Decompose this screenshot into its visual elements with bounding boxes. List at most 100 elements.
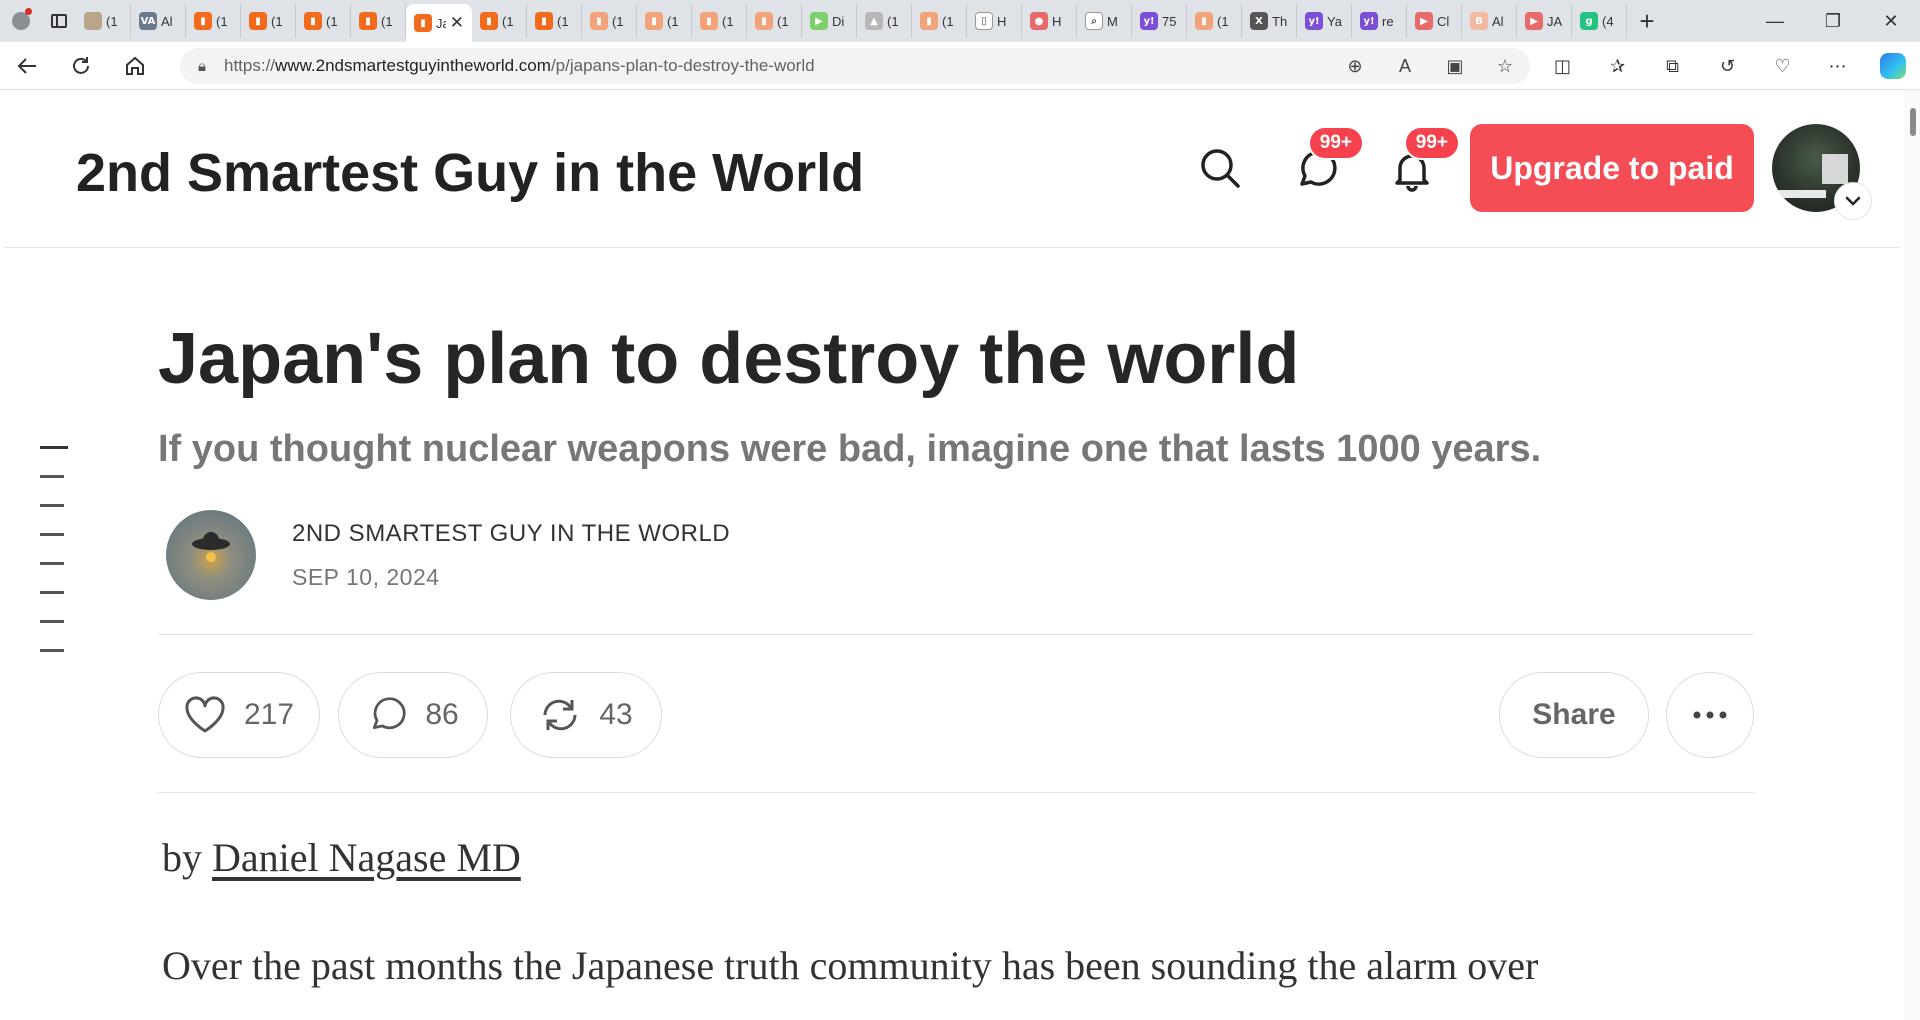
browser-essentials-icon[interactable]: ♡	[1755, 42, 1810, 90]
author-avatar[interactable]	[166, 510, 256, 600]
restack-icon	[543, 699, 577, 731]
account-menu-button[interactable]	[1834, 182, 1872, 220]
more-menu-icon[interactable]: ⋯	[1810, 42, 1865, 90]
tab-favicon-icon: ▮	[590, 12, 608, 30]
tab-title: Al	[1492, 13, 1504, 29]
like-button[interactable]: 217	[158, 672, 320, 758]
upgrade-to-paid-button[interactable]: Upgrade to paid	[1470, 124, 1754, 212]
tab-favicon-icon: ▮	[194, 12, 212, 30]
more-options-button[interactable]	[1666, 672, 1754, 758]
browser-tab[interactable]: ▲ (1	[857, 4, 912, 38]
history-icon[interactable]: ↺	[1700, 42, 1755, 90]
split-screen-icon[interactable]: ◫	[1535, 42, 1590, 90]
tab-title: H	[1052, 13, 1062, 29]
browser-tab[interactable]: ● H	[1022, 4, 1077, 38]
browser-tab[interactable]: ⌕ M	[1077, 4, 1132, 38]
author-name[interactable]: 2ND SMARTEST GUY IN THE WORLD	[292, 520, 730, 548]
browser-tab[interactable]: ▮ (1	[912, 4, 967, 38]
tab-favicon-icon: ▶	[1525, 12, 1543, 30]
minimize-button[interactable]: —	[1746, 0, 1804, 42]
tab-favicon-icon: y!	[1140, 12, 1158, 30]
browser-tab[interactable]: B Al	[1462, 4, 1517, 38]
read-aloud-icon[interactable]: A	[1380, 48, 1430, 84]
restore-button[interactable]: ❐	[1804, 0, 1862, 42]
close-tab-icon[interactable]: ✕	[450, 13, 472, 33]
url-text[interactable]: https://www.2ndsmartestguyintheworld.com…	[224, 56, 1330, 76]
refresh-icon	[73, 56, 89, 74]
zoom-icon[interactable]: ⊕	[1330, 48, 1380, 84]
tab-title: (1	[381, 13, 393, 29]
scrollbar-thumb[interactable]	[1910, 108, 1916, 136]
browser-tab[interactable]: ▮ (1	[351, 4, 406, 38]
toc-item[interactable]	[40, 620, 64, 623]
tab-favicon-icon: ▮	[304, 12, 322, 30]
share-button[interactable]: Share	[1499, 672, 1649, 758]
tab-title: (1	[942, 13, 954, 29]
browser-tab[interactable]: ▮ (1	[1187, 4, 1242, 38]
browser-tab[interactable]: ▮ (1	[186, 4, 241, 38]
tab-title: (1	[106, 13, 118, 29]
toc-item[interactable]	[40, 533, 64, 536]
byline-author-link[interactable]: Daniel Nagase MD	[212, 835, 521, 880]
comments-button[interactable]: 86	[338, 672, 488, 758]
browser-tab[interactable]: ▮ (1	[692, 4, 747, 38]
tab-title: Al	[161, 13, 173, 29]
browser-tab[interactable]: ▮ (1	[472, 4, 527, 38]
new-tab-button[interactable]: +	[1627, 0, 1667, 42]
tab-favicon-icon: ▲	[865, 12, 883, 30]
collections-icon[interactable]: ⧉	[1645, 42, 1700, 90]
browser-tab[interactable]: ▯ H	[967, 4, 1022, 38]
browser-tab[interactable]: ▮ (1	[747, 4, 802, 38]
copilot-button[interactable]	[1865, 42, 1920, 90]
search-button[interactable]	[1196, 144, 1244, 192]
tab-list-after: ▮ (1 ▮ (1 ▮ (1 ▮ (1 ▮ (1 ▮ (1 ▶ Di ▲ (1 ▮ (1 ▯ H ● H ⌕ My! 75 ▮ (1…	[472, 0, 1627, 42]
toc-item[interactable]	[40, 649, 64, 652]
browser-tab[interactable]: VA Al	[131, 4, 186, 38]
browser-tab[interactable]: g (4	[1572, 4, 1627, 38]
browser-tab[interactable]: (1	[76, 4, 131, 38]
tab-favicon-icon: ▮	[700, 12, 718, 30]
restack-button[interactable]: 43	[510, 672, 662, 758]
refresh-button[interactable]	[54, 42, 108, 90]
chat-button[interactable]: 99+	[1292, 126, 1364, 194]
notifications-button[interactable]: 99+	[1388, 126, 1460, 194]
browser-tab[interactable]: ▮ (1	[582, 4, 637, 38]
profile-button[interactable]	[0, 0, 42, 42]
toc-item[interactable]	[40, 446, 68, 449]
browser-tab[interactable]: ▮ (1	[241, 4, 296, 38]
browser-tab[interactable]: ▮ (1	[296, 4, 351, 38]
toc-item[interactable]	[40, 591, 64, 594]
tab-actions-button[interactable]	[42, 0, 76, 42]
tab-active[interactable]: ▮ Ja ✕	[406, 4, 472, 42]
toc-item[interactable]	[40, 562, 64, 565]
tab-favicon-icon: X	[1250, 12, 1268, 30]
favorites-icon[interactable]: ✰	[1590, 42, 1645, 90]
browser-tab[interactable]: y! Ya	[1297, 4, 1352, 38]
site-title[interactable]: 2nd Smartest Guy in the World	[76, 142, 864, 204]
chevron-down-icon	[1845, 196, 1861, 206]
browser-tab[interactable]: ▶ Di	[802, 4, 857, 38]
vertical-scrollbar[interactable]	[1904, 90, 1920, 1020]
back-button[interactable]	[0, 42, 54, 90]
substack-favicon-icon: ▮	[414, 14, 432, 32]
address-bar[interactable]: 🔒︎ https://www.2ndsmartestguyintheworld.…	[180, 48, 1530, 84]
tab-title: (1	[502, 13, 514, 29]
toc-item[interactable]	[40, 475, 64, 478]
home-button[interactable]	[108, 42, 162, 90]
site-header: 2nd Smartest Guy in the World 99+ 99+ Up…	[4, 90, 1900, 248]
browser-tab[interactable]: ▶ JA	[1517, 4, 1572, 38]
browser-tab[interactable]: X Th	[1242, 4, 1297, 38]
toc-item[interactable]	[40, 504, 64, 507]
browser-tab[interactable]: ▮ (1	[527, 4, 582, 38]
favorite-star-icon[interactable]: ☆	[1480, 48, 1530, 84]
tab-favicon-icon: y!	[1360, 12, 1378, 30]
browser-tab[interactable]: y! 75	[1132, 4, 1187, 38]
copilot-icon	[1879, 53, 1906, 79]
close-window-button[interactable]: ✕	[1862, 0, 1920, 42]
browser-tab[interactable]: ▮ (1	[637, 4, 692, 38]
table-of-contents[interactable]	[40, 446, 70, 678]
browser-tab[interactable]: y! re	[1352, 4, 1407, 38]
lock-icon[interactable]: 🔒︎	[180, 58, 224, 75]
immersive-reader-icon[interactable]: ▣	[1430, 48, 1480, 84]
browser-tab[interactable]: ▶ Cl	[1407, 4, 1462, 38]
